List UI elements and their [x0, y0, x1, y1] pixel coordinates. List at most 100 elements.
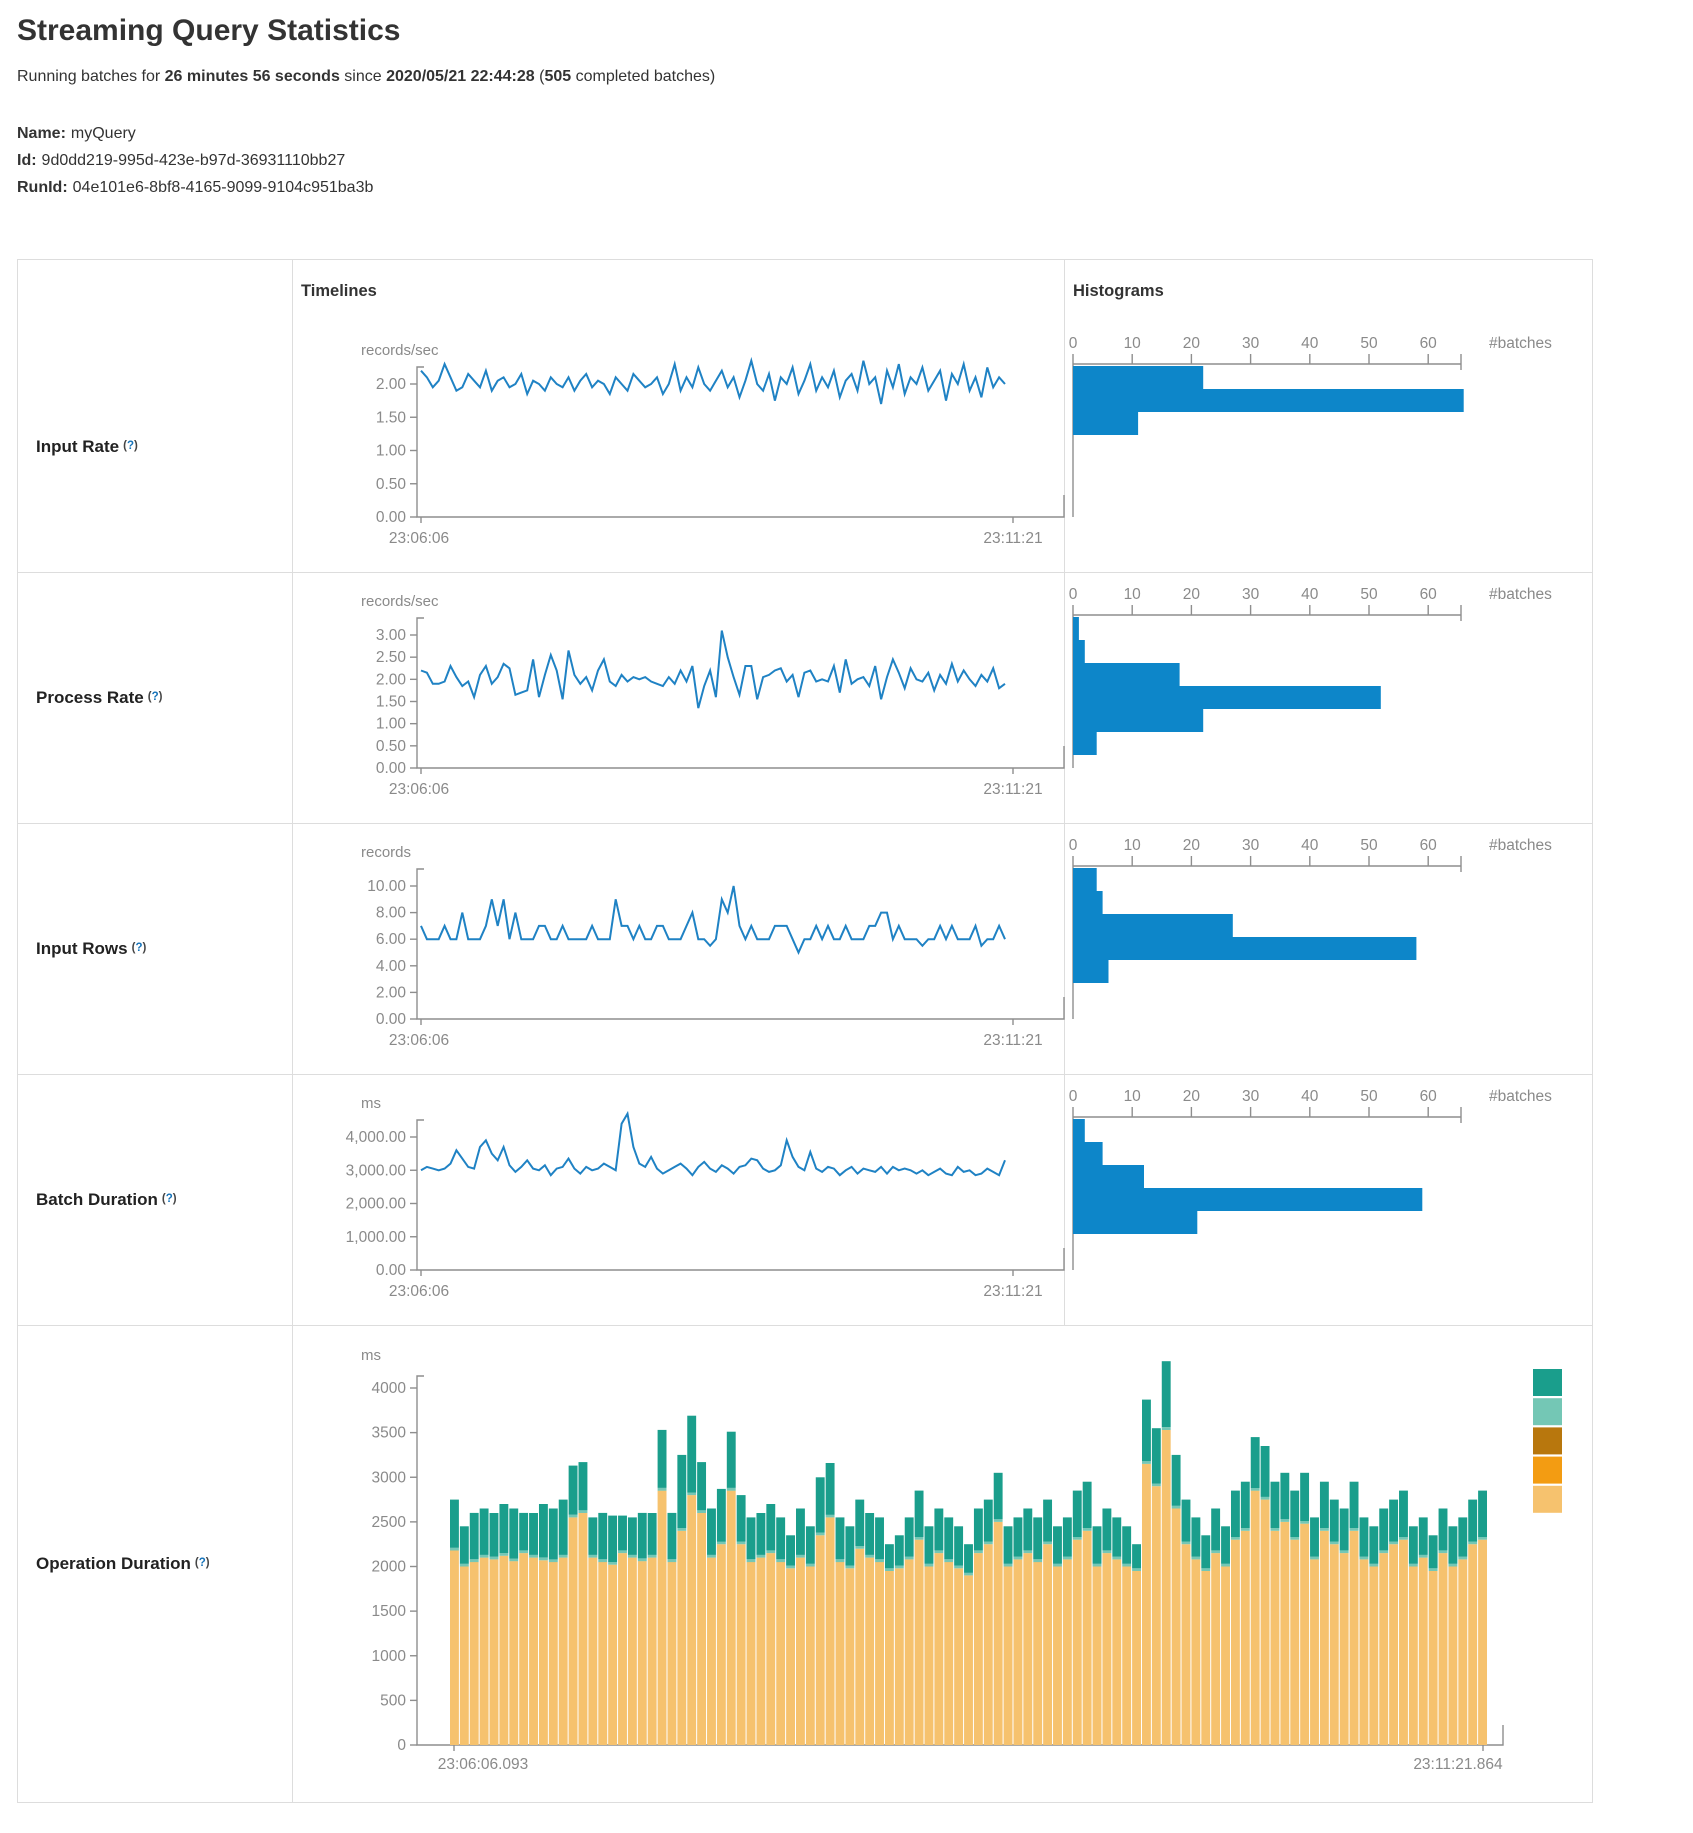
histogram-chart-cell: 0102030405060#batches [1065, 1075, 1592, 1325]
running-suffix: completed batches) [571, 68, 715, 85]
help-icon[interactable]: (?) [148, 691, 163, 703]
help-icon[interactable]: (?) [132, 942, 147, 954]
legend-swatch [1533, 1398, 1562, 1425]
svg-text:10: 10 [1124, 586, 1142, 603]
row-label: Input Rows [36, 939, 128, 959]
runid-label: RunId: [17, 179, 68, 196]
svg-text:0: 0 [1069, 837, 1078, 854]
svg-text:0: 0 [1069, 1088, 1078, 1105]
svg-text:10: 10 [1124, 837, 1142, 854]
svg-text:1.00: 1.00 [376, 443, 407, 460]
operation-duration-stacked-bar-chart: ms4000350030002500200015001000500023:06:… [293, 1326, 1591, 1802]
svg-text:#batches: #batches [1489, 335, 1552, 352]
running-batches-line: Running batches for 26 minutes 56 second… [17, 66, 1693, 87]
input-rate-histogram-chart: 0102030405060#batches [1065, 322, 1590, 572]
svg-text:0: 0 [1069, 586, 1078, 603]
help-icon[interactable]: (?) [123, 440, 138, 452]
svg-text:3.00: 3.00 [376, 627, 407, 644]
svg-text:60: 60 [1420, 837, 1438, 854]
svg-text:23:11:21: 23:11:21 [983, 1032, 1042, 1049]
svg-text:2.00: 2.00 [376, 671, 407, 688]
svg-text:20: 20 [1183, 335, 1201, 352]
running-timestamp: 2020/05/21 22:44:28 [386, 68, 535, 85]
histogram-chart-cell: 0102030405060#batches [1065, 824, 1592, 1074]
help-icon[interactable]: (?) [195, 1557, 210, 1569]
svg-text:0.00: 0.00 [376, 509, 407, 526]
svg-text:40: 40 [1301, 586, 1319, 603]
histogram-chart-cell: 0102030405060#batches [1065, 573, 1592, 823]
table-row-process-rate: Process Rate(?) records/sec3.002.502.001… [18, 572, 1592, 823]
id-value: 9d0dd219-995d-423e-b97d-36931110bb27 [42, 152, 346, 169]
histogram-chart-cell: 0102030405060#batches [1065, 322, 1592, 572]
timeline-chart-cell: records/sec3.002.502.001.501.000.500.002… [293, 573, 1065, 823]
process-rate-timeline-chart: records/sec3.002.502.001.501.000.500.002… [293, 573, 1065, 823]
svg-text:40: 40 [1301, 335, 1319, 352]
svg-text:23:11:21.864: 23:11:21.864 [1413, 1756, 1503, 1773]
svg-text:50: 50 [1360, 335, 1378, 352]
svg-text:4.00: 4.00 [376, 958, 407, 975]
svg-text:records/sec: records/sec [361, 342, 439, 359]
batch-duration-timeline-chart: ms4,000.003,000.002,000.001,000.000.0023… [293, 1075, 1065, 1325]
statistics-table: Timelines Histograms Input Rate (?) recor… [17, 259, 1593, 1803]
svg-text:#batches: #batches [1489, 586, 1552, 603]
svg-text:20: 20 [1183, 837, 1201, 854]
svg-text:60: 60 [1420, 335, 1438, 352]
svg-text:1.00: 1.00 [376, 716, 407, 733]
svg-text:23:11:21: 23:11:21 [983, 1283, 1042, 1300]
process-rate-histogram-chart: 0102030405060#batches [1065, 573, 1590, 823]
runid-value: 04e101e6-8bf8-4165-9099-9104c951ba3b [73, 179, 374, 196]
svg-text:50: 50 [1360, 1088, 1378, 1105]
page-title: Streaming Query Statistics [17, 13, 1693, 49]
svg-text:2000: 2000 [372, 1559, 407, 1576]
svg-text:0.50: 0.50 [376, 738, 407, 755]
svg-text:20: 20 [1183, 1088, 1201, 1105]
svg-text:500: 500 [380, 1692, 406, 1709]
row-label-cell: Process Rate (?) [18, 573, 293, 823]
running-duration: 26 minutes 56 seconds [165, 68, 340, 85]
svg-text:50: 50 [1360, 586, 1378, 603]
svg-text:40: 40 [1301, 837, 1319, 854]
row-label: Operation Duration [36, 1554, 191, 1574]
svg-text:60: 60 [1420, 1088, 1438, 1105]
query-id-line: Id: 9d0dd219-995d-423e-b97d-36931110bb27 [17, 147, 1693, 174]
legend-swatch [1533, 1427, 1562, 1454]
table-row-batch-duration: Batch Duration(?) ms4,000.003,000.002,00… [18, 1074, 1592, 1325]
svg-text:records: records [361, 844, 411, 861]
svg-text:50: 50 [1360, 837, 1378, 854]
svg-text:0.00: 0.00 [376, 1011, 407, 1028]
timeline-chart-cell: records/sec2.001.501.000.500.0023:06:062… [293, 322, 1065, 572]
svg-text:23:11:21: 23:11:21 [983, 781, 1042, 798]
svg-text:0: 0 [1069, 335, 1078, 352]
id-label: Id: [17, 152, 37, 169]
svg-text:4,000.00: 4,000.00 [346, 1129, 407, 1146]
running-paren: ( [535, 68, 545, 85]
svg-text:40: 40 [1301, 1088, 1319, 1105]
svg-text:1.50: 1.50 [376, 409, 407, 426]
name-value: myQuery [71, 125, 136, 142]
svg-text:1000: 1000 [372, 1648, 407, 1665]
operation-duration-chart-cell: ms4000350030002500200015001000500023:06:… [293, 1326, 1592, 1802]
completed-batches-count: 505 [544, 68, 571, 85]
row-label-cell: Input Rate (?) [18, 322, 293, 572]
svg-text:2,000.00: 2,000.00 [346, 1196, 407, 1213]
batch-duration-histogram-chart: 0102030405060#batches [1065, 1075, 1590, 1325]
header-empty-cell [18, 260, 293, 322]
svg-text:#batches: #batches [1489, 1088, 1552, 1105]
legend-swatch [1533, 1369, 1562, 1396]
help-icon[interactable]: (?) [162, 1193, 177, 1205]
streaming-query-statistics-page: Streaming Query Statistics Running batch… [0, 13, 1693, 1833]
name-label: Name: [17, 125, 66, 142]
input-rows-histogram-chart: 0102030405060#batches [1065, 824, 1590, 1074]
svg-text:23:11:21: 23:11:21 [983, 530, 1042, 547]
query-name-line: Name: myQuery [17, 120, 1693, 147]
svg-text:1.50: 1.50 [376, 694, 407, 711]
header-histograms: Histograms [1065, 260, 1592, 322]
running-since: since [340, 68, 386, 85]
svg-text:23:06:06: 23:06:06 [389, 1283, 449, 1300]
svg-text:60: 60 [1420, 586, 1438, 603]
row-label: Process Rate [36, 688, 144, 708]
svg-text:1,000.00: 1,000.00 [346, 1229, 407, 1246]
row-label: Input Rate [36, 437, 119, 457]
svg-text:23:06:06: 23:06:06 [389, 1032, 449, 1049]
table-header-row: Timelines Histograms [18, 260, 1592, 322]
